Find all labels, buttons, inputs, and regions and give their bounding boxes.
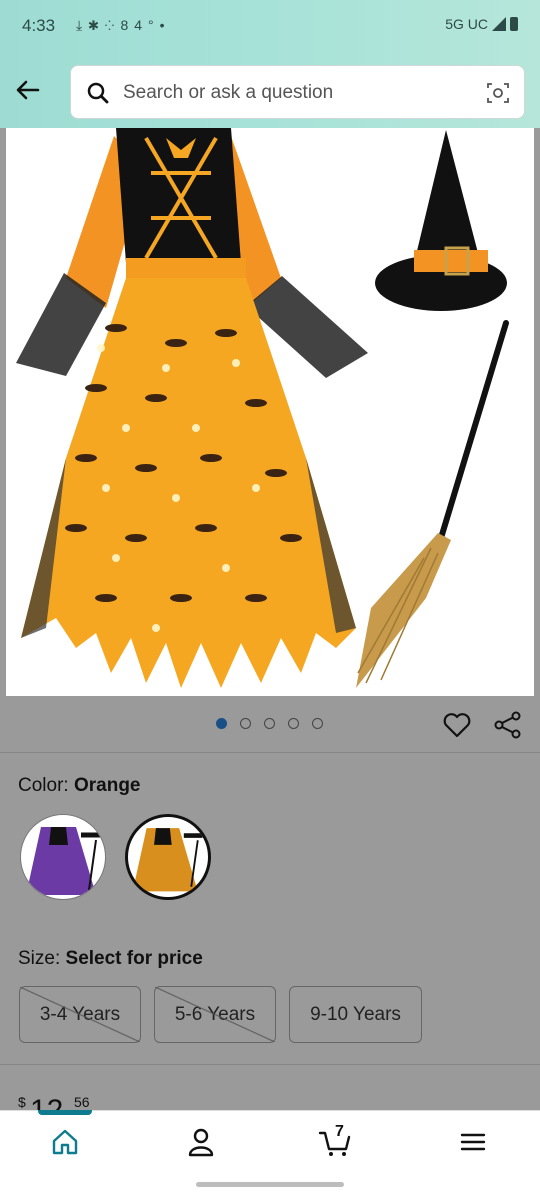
active-tab-indicator [38,1110,92,1115]
account-icon[interactable] [184,1125,218,1159]
size-option-3-4[interactable]: 3-4 Years [19,986,141,1043]
status-time: 4:33 [22,16,56,35]
price-cents: 56 [74,1094,90,1110]
download-icon: ⤓ [76,17,89,33]
menu-icon[interactable] [456,1125,490,1159]
price-currency: $ [18,1094,26,1110]
app-icon: ⁘ [104,17,121,33]
back-arrow-icon[interactable] [14,76,42,104]
carousel-dot[interactable] [240,718,251,729]
color-label-text: Color: [18,775,74,796]
status-bar: 4:33 ⤓✱⁘84°• 5G UC [0,0,540,52]
carousel-dot[interactable] [264,718,275,729]
divider [0,1064,540,1065]
camera-scan-icon[interactable] [486,81,510,105]
product-image[interactable] [6,128,534,696]
cart-count: 7 [335,1123,344,1140]
size-option-label: 9-10 Years [310,1003,401,1025]
carousel-dot[interactable] [216,718,227,729]
divider [0,752,540,753]
search-icon [87,82,109,104]
size-label-text: Size: [18,948,66,969]
cart-button[interactable]: 7 [318,1123,352,1159]
network-text: 5G UC [445,16,488,32]
color-swatch-purple[interactable] [20,814,106,900]
status-right: 5G UC [445,16,518,32]
size-option-label: 3-4 Years [39,1003,121,1025]
color-label: Color: Orange [18,775,141,797]
share-icon[interactable] [494,711,522,739]
color-swatch-orange[interactable] [125,814,211,900]
color-value: Orange [73,775,141,796]
size-value: Select for price [65,948,203,969]
heart-icon[interactable] [443,712,471,738]
status-icons: ⤓✱⁘84°• [76,17,171,34]
size-option-9-10[interactable]: 9-10 Years [289,986,422,1043]
price: $ 12 56 [18,1094,90,1127]
search-input[interactable]: Search or ask a question [123,82,333,104]
size-label: Size: Select for price [18,948,203,970]
search-bar[interactable]: Search or ask a question [70,65,525,119]
temperature-text: 84° [120,17,160,33]
home-icon[interactable] [48,1125,82,1159]
gesture-handle[interactable] [196,1182,344,1187]
carousel-dot[interactable] [312,718,323,729]
dot-icon: • [159,17,171,33]
notification-icon: ✱ [88,17,105,33]
system-nav-bar [0,1172,540,1200]
app-header: 4:33 ⤓✱⁘84°• 5G UC Search or ask a quest… [0,0,540,128]
bottom-nav: 7 [0,1110,540,1172]
signal-icon [492,17,506,31]
battery-icon [510,17,518,31]
carousel-dot[interactable] [288,718,299,729]
size-option-label: 5-6 Years [174,1003,256,1025]
size-option-5-6[interactable]: 5-6 Years [154,986,276,1043]
